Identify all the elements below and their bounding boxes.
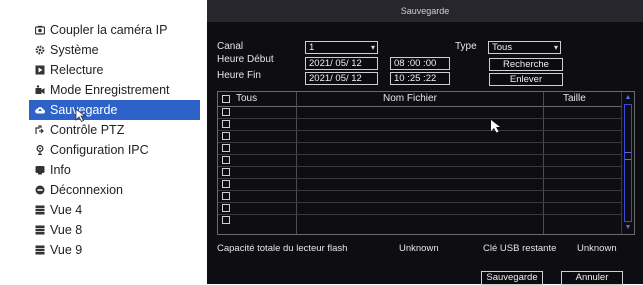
menu-item-logout[interactable]: Déconnexion <box>32 180 200 200</box>
row-checkbox[interactable] <box>222 108 230 116</box>
grid-icon <box>35 245 45 255</box>
menu-item-system[interactable]: Système <box>32 40 200 60</box>
grid-icon <box>35 225 45 235</box>
mouse-cursor-icon <box>490 119 502 133</box>
backup-icon <box>35 105 45 115</box>
menu-item-couple-ip-camera[interactable]: Coupler la caméra IP <box>32 20 200 40</box>
menu-item-playback[interactable]: Relecture <box>32 60 200 80</box>
table-row[interactable] <box>218 191 622 203</box>
scrollbar-thumb[interactable] <box>625 152 631 160</box>
chevron-down-icon: ▾ <box>370 43 375 52</box>
menu-item-ptz-control[interactable]: Contrôle PTZ <box>32 120 200 140</box>
row-checkbox[interactable] <box>222 132 230 140</box>
menu-item-label: Configuration IPC <box>50 143 149 157</box>
ipc-config-icon <box>35 145 45 155</box>
table-row[interactable] <box>218 215 622 226</box>
row-checkbox[interactable] <box>222 120 230 128</box>
menu-item-label: Relecture <box>50 63 104 77</box>
start-date-field[interactable]: 2021/ 05/ 12 <box>305 57 378 70</box>
menu-item-backup[interactable]: Sauvegarde <box>29 100 200 123</box>
row-checkbox[interactable] <box>222 180 230 188</box>
table-row[interactable] <box>218 143 622 155</box>
usb-remaining-label: Clé USB restante <box>483 243 557 254</box>
table-row[interactable] <box>218 107 622 119</box>
record-mode-icon <box>35 85 45 95</box>
row-checkbox[interactable] <box>222 168 230 176</box>
backup-dialog: Sauvegarde Canal 1 ▾ Type Tous ▾ Heure D… <box>207 0 643 285</box>
flash-capacity-value: Unknown <box>399 243 439 254</box>
camera-icon <box>35 25 45 35</box>
table-row[interactable] <box>218 203 622 215</box>
menu-item-label: Vue 4 <box>50 203 83 217</box>
table-row[interactable] <box>218 131 622 143</box>
row-checkbox[interactable] <box>222 156 230 164</box>
row-checkbox[interactable] <box>222 216 230 224</box>
start-time-label: Heure Début <box>217 54 274 65</box>
menu-item-label: Système <box>50 43 99 57</box>
end-time-field[interactable]: 10 :25 :22 <box>390 72 450 85</box>
table-row[interactable] <box>218 155 622 167</box>
flash-capacity-label: Capacité totale du lecteur flash <box>217 243 348 254</box>
menu-item-record-mode[interactable]: Mode Enregistrement <box>32 80 200 100</box>
type-value: Tous <box>492 42 513 53</box>
remove-button[interactable]: Enlever <box>489 73 563 86</box>
table-scrollbar[interactable]: ▲ ▼ <box>621 92 634 234</box>
start-time-field[interactable]: 08 :00 :00 <box>390 57 450 70</box>
menu-item-label: Mode Enregistrement <box>50 83 170 97</box>
table-row[interactable] <box>218 167 622 179</box>
row-checkbox[interactable] <box>222 204 230 212</box>
menu-item-label: Info <box>50 163 71 177</box>
menu-item-label: Vue 8 <box>50 223 83 237</box>
menu-item-view-4[interactable]: Vue 4 <box>32 200 200 220</box>
file-table: Tous Nom Fichier Taille ▲ ▼ <box>217 91 635 235</box>
channel-label: Canal <box>217 41 244 52</box>
channel-select[interactable]: 1 ▾ <box>305 41 378 54</box>
table-header: Tous Nom Fichier Taille <box>218 92 622 107</box>
channel-value: 1 <box>309 42 315 53</box>
grid-icon <box>35 205 45 215</box>
info-icon <box>35 165 45 175</box>
table-row[interactable] <box>218 119 622 131</box>
table-row[interactable] <box>218 179 622 191</box>
menu-item-view-9[interactable]: Vue 9 <box>32 240 200 260</box>
save-button[interactable]: Sauvegarde <box>481 271 543 285</box>
menu-item-label: Déconnexion <box>50 183 123 197</box>
menu-item-ipc-config[interactable]: Configuration IPC <box>32 140 200 160</box>
menu-item-label: Contrôle PTZ <box>50 123 125 137</box>
column-header-file-name: Nom Fichier <box>383 93 437 104</box>
select-all-checkbox[interactable] <box>222 95 230 103</box>
type-label: Type <box>455 41 477 52</box>
usb-remaining-value: Unknown <box>577 243 617 254</box>
menu-item-view-8[interactable]: Vue 8 <box>32 220 200 240</box>
type-select[interactable]: Tous ▾ <box>488 41 561 54</box>
scrollbar-track[interactable] <box>624 104 632 222</box>
scroll-down-icon[interactable]: ▼ <box>622 223 634 233</box>
ptz-icon <box>35 125 45 135</box>
menu-item-label: Coupler la caméra IP <box>50 23 168 37</box>
chevron-down-icon: ▾ <box>553 43 558 52</box>
dialog-title: Sauvegarde <box>207 0 643 22</box>
row-checkbox[interactable] <box>222 192 230 200</box>
scroll-up-icon[interactable]: ▲ <box>622 93 634 103</box>
playback-icon <box>35 65 45 75</box>
column-header-all: Tous <box>236 93 258 104</box>
row-checkbox[interactable] <box>222 144 230 152</box>
cancel-button[interactable]: Annuler <box>561 271 623 285</box>
search-button[interactable]: Recherche <box>489 58 563 71</box>
end-time-label: Heure Fin <box>217 70 261 81</box>
end-date-field[interactable]: 2021/ 05/ 12 <box>305 72 378 85</box>
gear-icon <box>35 45 45 55</box>
menu-item-info[interactable]: Info <box>32 160 200 180</box>
column-header-size: Taille <box>563 93 586 104</box>
side-menu: Coupler la caméra IP Système Relecture M… <box>29 20 200 260</box>
menu-item-label: Vue 9 <box>50 243 83 257</box>
logout-icon <box>35 185 45 195</box>
